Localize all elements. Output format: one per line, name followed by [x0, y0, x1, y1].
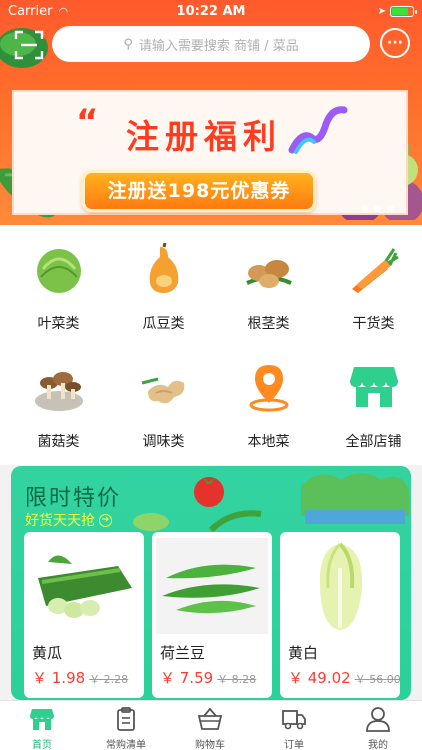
category-label: 本地菜 — [247, 434, 290, 450]
product-name: 黄瓜 — [32, 644, 63, 662]
potato-icon — [246, 260, 292, 288]
product-price: ￥ 1.98 — [32, 669, 86, 687]
product-price-row: ￥ 1.98 ￥ 2.28 — [32, 667, 128, 688]
tab-label: 购物车 — [195, 740, 225, 750]
snow-peas-image-icon — [156, 538, 268, 634]
flash-sale-more-link[interactable]: 好货天天抢 ➔ — [25, 510, 112, 530]
flash-sale-section: 限时特价 好货天天抢 ➔ 黄瓜 ￥ 1.98 ￥ 2.28 荷兰豆 ￥ 7.59… — [11, 466, 411, 700]
top-bar: ⚲ 请输入需要搜索 商铺 / 菜品 ··· — [0, 22, 422, 64]
status-time: 10:22 AM — [176, 3, 246, 19]
product-price: ￥ 7.59 — [160, 669, 214, 687]
tab-cart[interactable]: 购物车 — [168, 701, 252, 750]
squiggle-decoration-icon — [288, 106, 348, 154]
search-input[interactable]: ⚲ 请输入需要搜索 商铺 / 菜品 — [52, 26, 370, 62]
category-local[interactable]: 本地菜 — [216, 343, 321, 453]
battery-icon — [390, 5, 417, 17]
product-price-row: ￥ 7.59 ￥ 8.28 — [160, 667, 256, 688]
product-name: 荷兰豆 — [160, 644, 206, 662]
product-name: 黄白 — [288, 644, 319, 662]
ginger-icon — [141, 377, 185, 404]
chat-bubble-icon: ··· — [387, 35, 403, 51]
category-seasoning[interactable]: 调味类 — [111, 343, 216, 453]
squash-icon — [149, 243, 179, 293]
product-card-snow-peas[interactable]: 荷兰豆 ￥ 7.59 ￥ 8.28 — [152, 532, 272, 698]
tab-label: 常购清单 — [106, 740, 146, 750]
category-label: 根茎类 — [247, 316, 290, 332]
category-dry-goods[interactable]: 干货类 — [321, 225, 422, 335]
category-grid: 叶菜类 瓜豆类 根茎类 干货类 菌菇类 调味类 本地菜 全部店铺 — [0, 225, 422, 465]
category-label: 全部店铺 — [345, 434, 402, 450]
tab-label: 首页 — [32, 740, 52, 750]
cucumber-image-icon — [38, 555, 132, 618]
tab-label: 我的 — [368, 740, 388, 750]
napa-cabbage-image-icon — [319, 542, 363, 630]
category-label: 干货类 — [352, 316, 395, 332]
message-button[interactable]: ··· — [380, 28, 410, 58]
category-all-stores[interactable]: 全部店铺 — [321, 343, 422, 453]
search-icon: ⚲ — [123, 36, 133, 52]
store-home-icon — [30, 709, 54, 730]
category-melon-bean[interactable]: 瓜豆类 — [111, 225, 216, 335]
flash-sale-subtitle: 好货天天抢 — [25, 513, 95, 529]
banner-dot[interactable] — [361, 205, 368, 212]
mushroom-icon — [35, 372, 83, 411]
category-label: 叶菜类 — [37, 316, 80, 332]
greens-decoration-icon — [133, 510, 262, 533]
category-label: 菌菇类 — [37, 434, 80, 450]
search-placeholder: 请输入需要搜索 商铺 / 菜品 — [138, 38, 299, 54]
product-card-cucumber[interactable]: 黄瓜 ￥ 1.98 ￥ 2.28 — [24, 532, 144, 698]
product-card-napa-cabbage[interactable]: 黄白 ￥ 49.02 ￥ 56.00 — [280, 532, 400, 698]
tab-home[interactable]: 首页 — [0, 701, 84, 750]
carrot-icon — [352, 248, 399, 293]
banner-dot[interactable] — [387, 205, 394, 212]
status-bar: Carrier ◠ 10:22 AM ➤ — [0, 0, 422, 22]
bottom-tab-bar: 首页 常购清单 购物车 订单 我的 — [0, 700, 422, 750]
truck-icon — [282, 710, 306, 730]
tab-label: 订单 — [284, 740, 304, 750]
location-pin-icon — [249, 365, 289, 412]
banner-pagination — [361, 205, 394, 212]
product-price: ￥ 49.02 — [288, 669, 351, 687]
scan-icon — [14, 30, 44, 60]
lettuce-decoration-icon — [301, 473, 409, 524]
clipboard-icon — [117, 707, 135, 731]
tab-orders[interactable]: 订单 — [252, 701, 336, 750]
flash-sale-title: 限时特价 — [25, 486, 122, 511]
banner-dot-active[interactable] — [374, 205, 381, 212]
scan-button[interactable] — [14, 30, 44, 60]
product-price-row: ￥ 49.02 ￥ 56.00 — [288, 667, 400, 688]
product-old-price: ￥ 2.28 — [89, 673, 129, 686]
basket-icon — [197, 707, 223, 730]
cabbage-icon — [37, 249, 81, 293]
arrow-right-circle-icon: ➔ — [99, 513, 112, 527]
product-old-price: ￥ 56.00 — [354, 673, 400, 686]
promo-banner[interactable]: “ 注册福利 注册送198元优惠券 — [12, 90, 408, 215]
category-label: 瓜豆类 — [142, 316, 185, 332]
category-root[interactable]: 根茎类 — [216, 225, 321, 335]
user-icon — [366, 707, 390, 732]
category-leafy[interactable]: 叶菜类 — [6, 225, 111, 335]
tab-frequent-list[interactable]: 常购清单 — [84, 701, 168, 750]
banner-cta-button[interactable]: 注册送198元优惠券 — [82, 170, 316, 212]
category-label: 调味类 — [142, 434, 185, 450]
store-icon — [350, 367, 398, 407]
product-old-price: ￥ 8.28 — [217, 673, 257, 686]
category-mushroom[interactable]: 菌菇类 — [6, 343, 111, 453]
tab-profile[interactable]: 我的 — [336, 701, 420, 750]
